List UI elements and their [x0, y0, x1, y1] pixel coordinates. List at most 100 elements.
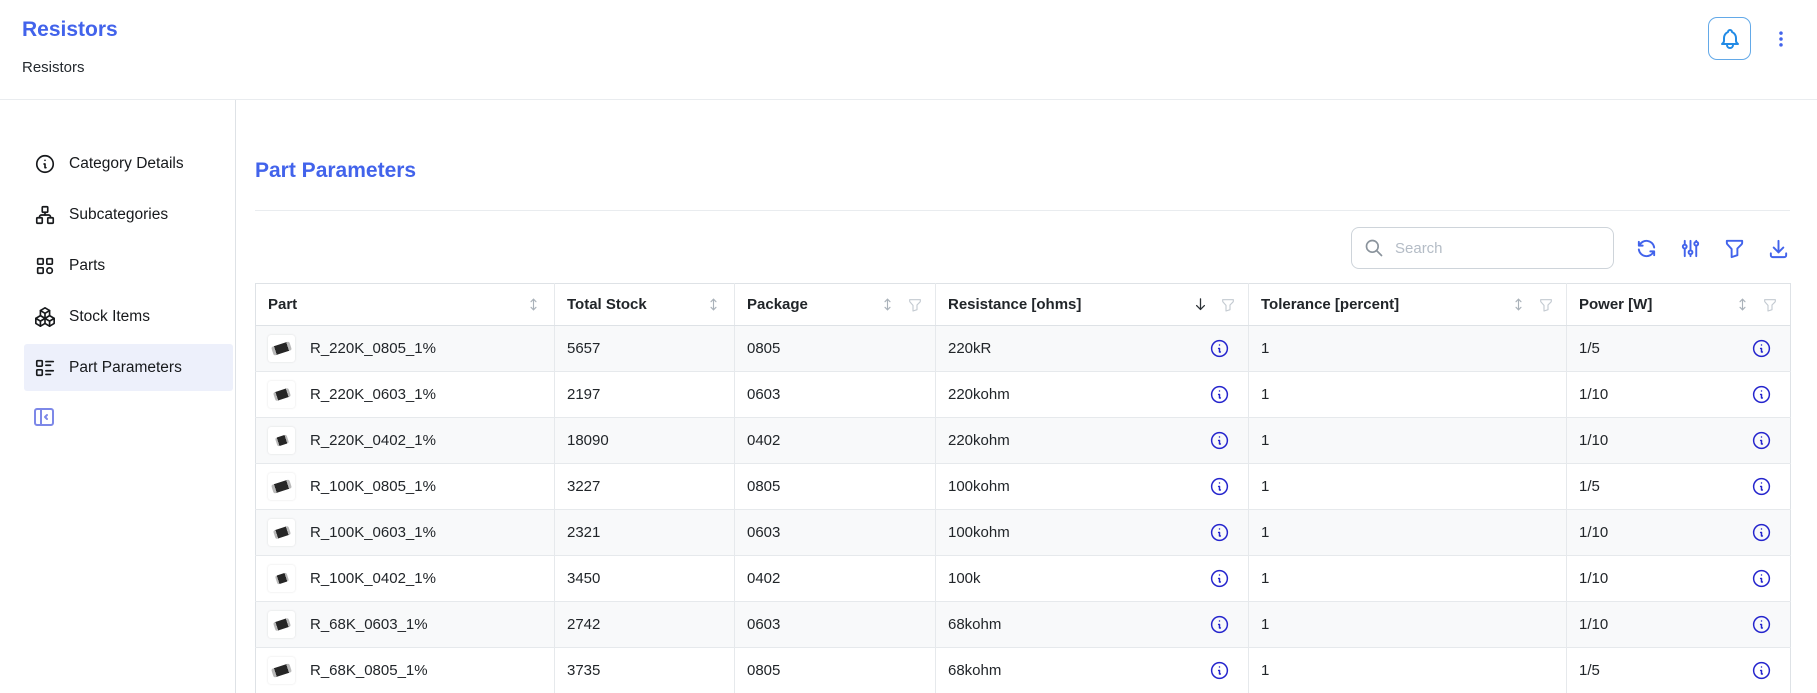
info-button[interactable] — [1209, 660, 1230, 681]
info-button[interactable] — [1751, 522, 1772, 543]
info-button[interactable] — [1751, 660, 1772, 681]
cell-resistance: 100kohm — [936, 510, 1249, 556]
sort-icon — [1510, 296, 1527, 313]
cell-total-stock: 3450 — [555, 556, 735, 602]
info-button[interactable] — [1209, 614, 1230, 635]
info-circle-icon — [1209, 522, 1230, 543]
download-button[interactable] — [1767, 237, 1790, 260]
cell-resistance: 68kohm — [936, 602, 1249, 648]
sidebar-collapse-button[interactable] — [32, 405, 56, 429]
packages-icon — [34, 306, 56, 328]
list-details-icon — [34, 357, 56, 379]
info-button[interactable] — [1209, 338, 1230, 359]
column-header-resistance-ohms[interactable]: Resistance [ohms] — [936, 284, 1249, 326]
table-row[interactable]: R_220K_0805_1%56570805220kR11/5 — [256, 326, 1791, 372]
breadcrumb[interactable]: Resistors — [22, 59, 85, 76]
cell-total-stock: 2321 — [555, 510, 735, 556]
content-layout: Category DetailsSubcategories Parts Stock … — [0, 100, 1817, 693]
part-thumbnail — [268, 519, 295, 546]
cell-part: R_220K_0402_1% — [256, 418, 555, 464]
cell-package: 0805 — [735, 648, 936, 693]
info-circle-icon — [1751, 568, 1772, 589]
info-circle-icon — [34, 153, 56, 175]
column-header-power-w[interactable]: Power [W] — [1567, 284, 1791, 326]
part-name: R_68K_0805_1% — [310, 662, 428, 679]
refresh-icon — [1635, 237, 1658, 260]
part-thumbnail — [268, 381, 295, 408]
overflow-menu-button[interactable] — [1769, 25, 1793, 53]
column-label: Tolerance [percent] — [1261, 296, 1510, 313]
info-button[interactable] — [1751, 338, 1772, 359]
info-button[interactable] — [1751, 476, 1772, 497]
cell-resistance: 100kohm — [936, 464, 1249, 510]
info-circle-icon — [1209, 430, 1230, 451]
cell-power: 1/10 — [1567, 510, 1791, 556]
column-filter-icon[interactable] — [907, 297, 923, 313]
column-header-tolerance-percent[interactable]: Tolerance [percent] — [1249, 284, 1567, 326]
info-circle-icon — [1751, 522, 1772, 543]
info-button[interactable] — [1751, 614, 1772, 635]
column-header-package[interactable]: Package — [735, 284, 936, 326]
sort-icon — [879, 296, 896, 313]
info-button[interactable] — [1751, 384, 1772, 405]
cell-power: 1/5 — [1567, 326, 1791, 372]
sidebar-item-parts[interactable]: Parts — [24, 242, 233, 289]
info-button[interactable] — [1751, 568, 1772, 589]
cell-tolerance: 1 — [1249, 418, 1567, 464]
sidebar-item-subcategories[interactable]: Subcategories — [24, 191, 233, 238]
part-name: R_100K_0805_1% — [310, 478, 436, 495]
column-header-total-stock[interactable]: Total Stock — [555, 284, 735, 326]
cell-power: 1/10 — [1567, 372, 1791, 418]
info-button[interactable] — [1209, 522, 1230, 543]
cell-total-stock: 2197 — [555, 372, 735, 418]
sidebar-item-category-details[interactable]: Category Details — [24, 140, 233, 187]
cell-tolerance: 1 — [1249, 372, 1567, 418]
cell-part: R_100K_0402_1% — [256, 556, 555, 602]
info-button[interactable] — [1209, 568, 1230, 589]
table-row[interactable]: R_68K_0805_1%3735080568kohm11/5 — [256, 648, 1791, 693]
part-thumbnail — [268, 565, 295, 592]
sidebar-item-label: Part Parameters — [69, 359, 182, 377]
column-filter-icon[interactable] — [1538, 297, 1554, 313]
table-row[interactable]: R_100K_0603_1%23210603100kohm11/10 — [256, 510, 1791, 556]
table-row[interactable]: R_100K_0805_1%32270805100kohm11/5 — [256, 464, 1791, 510]
cell-part: R_100K_0603_1% — [256, 510, 555, 556]
column-header-part[interactable]: Part — [256, 284, 555, 326]
info-button[interactable] — [1751, 430, 1772, 451]
info-button[interactable] — [1209, 430, 1230, 451]
column-filter-icon[interactable] — [1220, 297, 1236, 313]
table-row[interactable]: R_220K_0603_1%21970603220kohm11/10 — [256, 372, 1791, 418]
selector-icon — [879, 296, 896, 313]
cell-tolerance: 1 — [1249, 326, 1567, 372]
cell-package: 0603 — [735, 372, 936, 418]
part-name: R_100K_0402_1% — [310, 570, 436, 587]
info-button[interactable] — [1209, 384, 1230, 405]
adjustments-button[interactable] — [1679, 237, 1702, 260]
sidebar-item-part-parameters[interactable]: Part Parameters — [24, 344, 233, 391]
refresh-button[interactable] — [1635, 237, 1658, 260]
info-circle-icon — [1751, 660, 1772, 681]
header-actions — [1708, 17, 1793, 60]
column-label: Total Stock — [567, 296, 705, 313]
sidebar-item-label: Parts — [69, 257, 105, 275]
cell-power: 1/5 — [1567, 464, 1791, 510]
selector-icon — [1734, 296, 1751, 313]
column-filter-icon[interactable] — [1762, 297, 1778, 313]
cell-power: 1/10 — [1567, 602, 1791, 648]
table-row[interactable]: R_68K_0603_1%2742060368kohm11/10 — [256, 602, 1791, 648]
table-row[interactable]: R_100K_0402_1%34500402100k11/10 — [256, 556, 1791, 602]
info-button[interactable] — [1209, 476, 1230, 497]
info-circle-icon — [1209, 614, 1230, 635]
table-row[interactable]: R_220K_0402_1%180900402220kohm11/10 — [256, 418, 1791, 464]
search-box — [1351, 227, 1614, 269]
app-header: Resistors Resistors — [0, 0, 1817, 100]
search-input[interactable] — [1393, 239, 1601, 258]
arrow-down-icon — [1192, 296, 1209, 313]
sort-icon — [705, 296, 722, 313]
cell-tolerance: 1 — [1249, 510, 1567, 556]
notification-button[interactable] — [1708, 17, 1751, 60]
sidebar-item-stock-items[interactable]: Stock Items — [24, 293, 233, 340]
cell-total-stock: 3735 — [555, 648, 735, 693]
filter-button[interactable] — [1723, 237, 1746, 260]
cell-resistance: 220kohm — [936, 418, 1249, 464]
